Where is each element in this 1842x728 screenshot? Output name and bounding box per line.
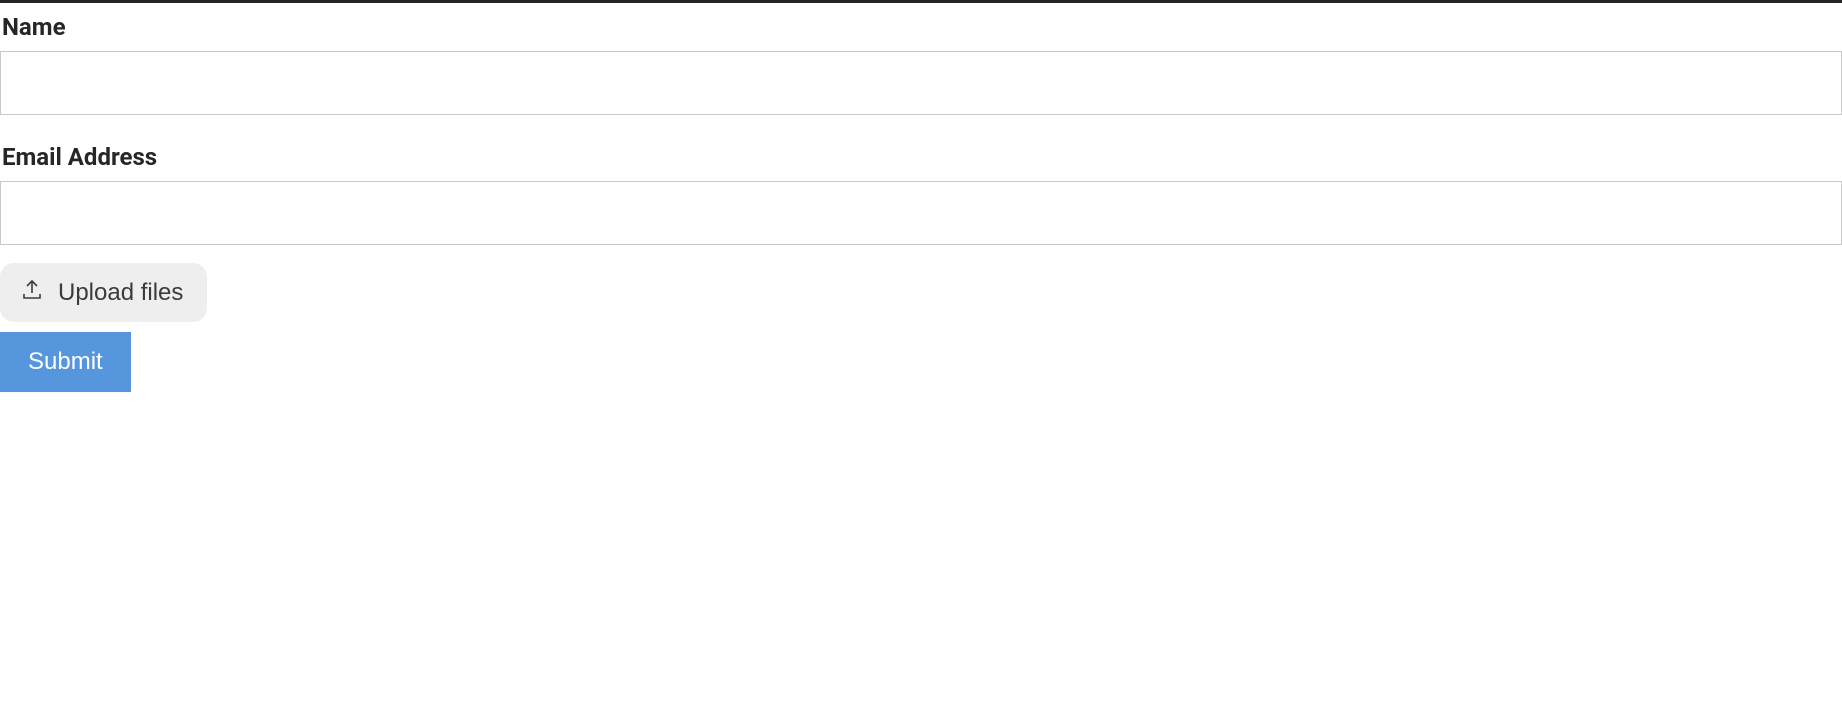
submit-label: Submit: [28, 348, 103, 375]
upload-files-button[interactable]: Upload files: [0, 263, 207, 322]
upload-field: Upload files: [0, 263, 1842, 332]
upload-files-label: Upload files: [58, 279, 183, 307]
email-label: Email Address: [0, 133, 1842, 171]
name-label: Name: [0, 3, 1842, 41]
name-field: Name: [0, 3, 1842, 115]
email-input[interactable]: [0, 181, 1842, 245]
submit-field: Submit: [0, 332, 1842, 392]
email-field: Email Address: [0, 133, 1842, 245]
name-input[interactable]: [0, 51, 1842, 115]
submit-button[interactable]: Submit: [0, 332, 131, 392]
upload-icon: [20, 277, 44, 308]
form-container: Name Email Address Upload files Submit: [0, 3, 1842, 392]
